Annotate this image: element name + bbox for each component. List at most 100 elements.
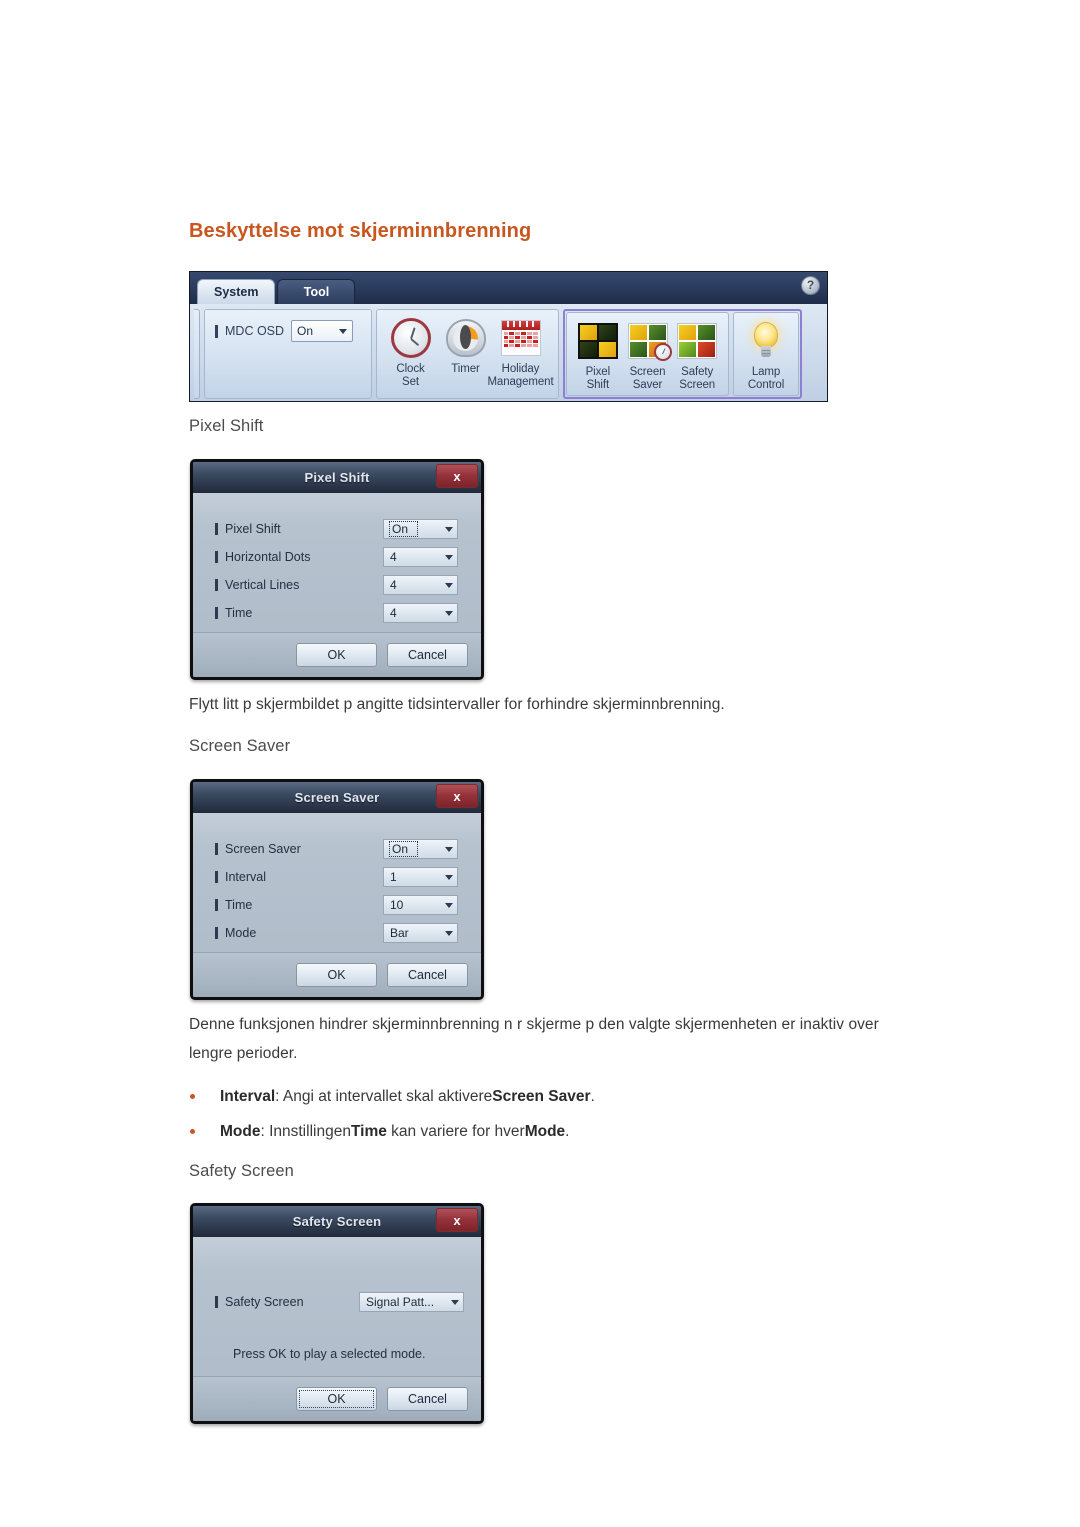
lamp-icon bbox=[744, 319, 788, 363]
chevron-down-icon bbox=[445, 846, 453, 852]
paragraph-pixel-shift: Flytt litt p skjermbildet p angitte tids… bbox=[189, 696, 725, 713]
toolbar-item-holiday-management[interactable]: Holiday Management bbox=[487, 314, 554, 389]
field-marker-icon bbox=[215, 579, 218, 591]
field-marker-icon bbox=[215, 1296, 218, 1308]
help-icon[interactable]: ? bbox=[801, 276, 820, 295]
cancel-button[interactable]: Cancel bbox=[387, 643, 468, 667]
chevron-down-icon bbox=[451, 1299, 459, 1305]
bullet-interval: Interval: Angi at intervallet skal aktiv… bbox=[190, 1084, 595, 1110]
clock-set-label-2: Set bbox=[402, 376, 419, 388]
paragraph-screen-saver-line2: lengre perioder. bbox=[189, 1045, 298, 1062]
dropdown-safety-screen[interactable]: Signal Patt... bbox=[359, 1292, 464, 1312]
safety-screen-dialog-title: Safety Screen bbox=[292, 1214, 382, 1229]
cancel-button[interactable]: Cancel bbox=[387, 1387, 468, 1411]
field-marker-icon bbox=[215, 871, 218, 883]
pixel-shift-dialog-footer: OK Cancel bbox=[193, 632, 481, 677]
toolbar-item-clock-set[interactable]: Clock Set bbox=[383, 314, 438, 389]
row-label-interval: Interval bbox=[225, 870, 266, 884]
row-pixel-shift: Pixel Shift bbox=[215, 522, 281, 536]
toolbar-tabs: System Tool bbox=[197, 279, 357, 304]
bullet-dot-icon bbox=[190, 1129, 195, 1134]
dropdown-value-time: 10 bbox=[390, 898, 404, 912]
safety-screen-note: Press OK to play a selected mode. bbox=[233, 1347, 426, 1361]
bullet-mode-tail: . bbox=[565, 1123, 570, 1140]
toolbar-item-lamp-control[interactable]: Lamp Control bbox=[740, 317, 792, 392]
row-label-time: Time bbox=[225, 898, 253, 912]
dropdown-value-time: 4 bbox=[390, 606, 397, 620]
ok-button[interactable]: OK bbox=[296, 643, 377, 667]
dropdown-horizontal-dots[interactable]: 4 bbox=[383, 547, 458, 567]
clock-set-label-1: Clock bbox=[396, 363, 425, 375]
dropdown-value-horizontal-dots: 4 bbox=[390, 550, 397, 564]
safety-screen-label-1: Safety bbox=[681, 366, 714, 378]
safety-screen-dialog-footer: OK Cancel bbox=[193, 1376, 481, 1421]
row-label-screen-saver: Screen Saver bbox=[225, 842, 301, 856]
ok-button[interactable]: OK bbox=[296, 963, 377, 987]
toolbar-item-screen-saver[interactable]: Screen Saver bbox=[623, 317, 673, 392]
dropdown-time[interactable]: 10 bbox=[383, 895, 458, 915]
safety-screen-label-2: Screen bbox=[679, 379, 716, 391]
close-icon[interactable]: x bbox=[436, 784, 478, 808]
pixel-shift-dialog-title: Pixel Shift bbox=[304, 470, 370, 485]
toolbar-item-timer[interactable]: Timer bbox=[438, 314, 493, 376]
ok-button[interactable]: OK bbox=[296, 1387, 377, 1411]
toolbar-item-safety-screen[interactable]: Safety Screen bbox=[672, 317, 722, 392]
section-heading-pixel-shift: Pixel Shift bbox=[189, 417, 264, 435]
chevron-down-icon bbox=[445, 874, 453, 880]
osd-group: MDC OSD On bbox=[204, 309, 372, 399]
timer-icon bbox=[444, 316, 488, 360]
chevron-down-icon bbox=[445, 554, 453, 560]
close-icon[interactable]: x bbox=[436, 1208, 478, 1232]
dropdown-value-safety-screen: Signal Patt... bbox=[366, 1295, 435, 1309]
toolbar-item-pixel-shift[interactable]: Pixel Shift bbox=[573, 317, 623, 392]
page-title: Beskyttelse mot skjerminnbrenning bbox=[189, 220, 532, 242]
section-heading-screen-saver: Screen Saver bbox=[189, 737, 291, 755]
timer-label-1: Timer bbox=[451, 363, 480, 375]
dropdown-vertical-lines[interactable]: 4 bbox=[383, 575, 458, 595]
row-safety-screen: Safety Screen bbox=[215, 1295, 304, 1309]
dropdown-value-pixel-shift: On bbox=[388, 521, 419, 537]
toolbar-left-stub bbox=[194, 309, 200, 399]
mdc-osd-label: MDC OSD bbox=[225, 324, 285, 338]
field-marker-icon bbox=[215, 551, 218, 563]
dropdown-interval[interactable]: 1 bbox=[383, 867, 458, 887]
holiday-label-2: Management bbox=[487, 376, 554, 388]
screen-saver-dialog: Screen Saver x Screen Saver On Interval … bbox=[190, 779, 484, 1000]
screen-saver-dialog-titlebar: Screen Saver x bbox=[193, 782, 481, 813]
bullet-interval-mid: : Angi at intervallet skal aktivere bbox=[275, 1088, 493, 1105]
safety-screen-dialog: Safety Screen x Safety Screen Signal Pat… bbox=[190, 1203, 484, 1424]
tab-system[interactable]: System bbox=[197, 279, 276, 304]
pixel-shift-label-1: Pixel bbox=[585, 366, 611, 378]
pixel-shift-dialog-body: Pixel Shift On Horizontal Dots 4 Vertica… bbox=[193, 493, 481, 677]
dropdown-mode[interactable]: Bar bbox=[383, 923, 458, 943]
lamp-control-label-1: Lamp bbox=[751, 366, 781, 378]
pixel-shift-dialog-titlebar: Pixel Shift x bbox=[193, 462, 481, 493]
chevron-down-icon bbox=[445, 582, 453, 588]
field-marker-icon bbox=[215, 927, 218, 939]
mdc-toolbar: System Tool ? MDC OSD On Clock Set Timer… bbox=[189, 271, 828, 402]
dropdown-pixel-shift[interactable]: On bbox=[383, 519, 458, 539]
tab-tool[interactable]: Tool bbox=[277, 279, 356, 304]
chevron-down-icon bbox=[445, 902, 453, 908]
toolbar-body: MDC OSD On Clock Set Timer Holiday Manag… bbox=[190, 304, 827, 401]
bullet-interval-ref: Screen Saver bbox=[492, 1088, 591, 1105]
row-time: Time bbox=[215, 606, 252, 620]
row-screen-saver: Screen Saver bbox=[215, 842, 301, 856]
dropdown-screen-saver[interactable]: On bbox=[383, 839, 458, 859]
cancel-button[interactable]: Cancel bbox=[387, 963, 468, 987]
chevron-down-icon bbox=[445, 930, 453, 936]
bullet-interval-tail: . bbox=[590, 1088, 595, 1105]
burn-in-group: Pixel Shift Screen Saver Safety Screen bbox=[566, 312, 729, 396]
dropdown-time[interactable]: 4 bbox=[383, 603, 458, 623]
highlight-outline: Pixel Shift Screen Saver Safety Screen L… bbox=[563, 309, 802, 399]
dropdown-value-mode: Bar bbox=[390, 926, 409, 940]
pixel-shift-dialog: Pixel Shift x Pixel Shift On Horizontal … bbox=[190, 459, 484, 680]
document-page: Beskyttelse mot skjerminnbrenning System… bbox=[0, 0, 1080, 1527]
row-label-vertical-lines: Vertical Lines bbox=[225, 578, 300, 592]
mdc-osd-select[interactable]: On bbox=[291, 320, 354, 342]
close-icon[interactable]: x bbox=[436, 464, 478, 488]
row-time: Time bbox=[215, 898, 252, 912]
calendar-icon bbox=[499, 316, 543, 360]
bullet-mode-mid2: kan variere for hver bbox=[386, 1123, 525, 1140]
bullet-interval-term: Interval bbox=[220, 1088, 276, 1105]
